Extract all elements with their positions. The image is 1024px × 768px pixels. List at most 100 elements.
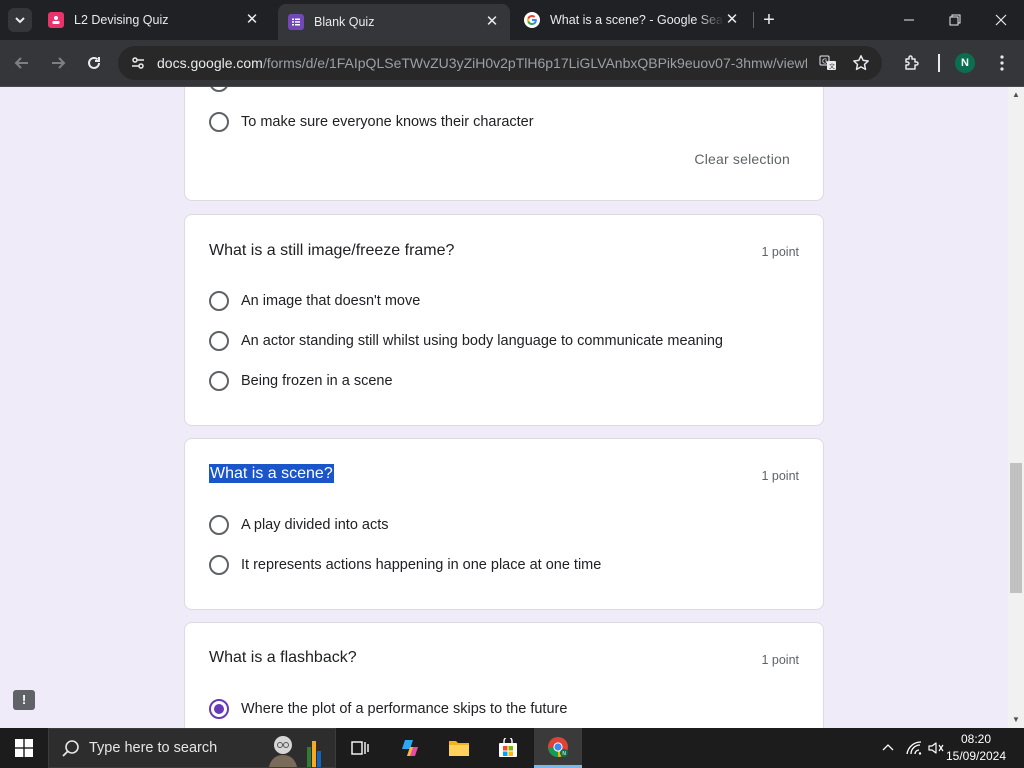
search-icon [62,740,79,757]
question-card-scene: What is a scene? 1 point A play divided … [184,438,824,610]
question-card-previous: To make sure everyone knows their charac… [184,87,824,201]
option-row[interactable]: To make sure everyone knows their charac… [209,110,534,134]
radio-button[interactable] [209,555,229,575]
system-clock[interactable]: 08:20 15/09/2024 [944,731,1008,765]
start-button[interactable] [0,728,48,768]
volume-button[interactable] [926,728,946,768]
svg-text:N: N [562,751,566,757]
browser-toolbar: docs.google.com/forms/d/e/1FAIpQLSeTWvZU… [0,40,1024,87]
tab-search-button[interactable] [8,8,32,32]
tab-google-search[interactable]: What is a scene? - Google Search ✕ [514,4,750,36]
question-card-freeze-frame: What is a still image/freeze frame? 1 po… [184,214,824,426]
profile-avatar[interactable]: N [955,53,975,73]
question-title: What is a scene? [209,464,334,483]
option-label: Where the plot of a performance skips to… [241,701,568,717]
forward-button[interactable] [45,50,71,76]
tab-title: Blank Quiz [314,15,375,29]
question-title: What is a flashback? [209,649,357,666]
option-row[interactable]: A play divided into acts [209,513,389,537]
tune-icon [132,57,144,69]
chevron-down-icon [15,17,25,24]
radio-button[interactable] [209,87,229,92]
scroll-down-icon[interactable]: ▼ [1008,712,1024,728]
windows-taskbar: Type here to search N 08:20 15/09/2024 [0,728,1024,768]
new-tab-button[interactable]: + [758,9,780,31]
form-page: To make sure everyone knows their charac… [0,87,1008,728]
minimize-button[interactable] [886,0,932,40]
reload-icon [88,56,100,69]
radio-button[interactable] [209,112,229,132]
extensions-icon[interactable] [901,52,923,74]
tab-strip: L2 Devising Quiz ✕ Blank Quiz ✕ What is … [0,0,1024,40]
taskbar-search[interactable]: Type here to search [48,728,336,768]
tab-title: What is a scene? - Google Search [550,13,724,27]
option-label: An image that doesn't move [241,293,421,309]
url-host: docs.google.com [157,55,263,71]
tab-title: L2 Devising Quiz [74,13,169,27]
network-button[interactable] [903,728,925,768]
close-icon[interactable]: ✕ [244,12,260,28]
windows-logo-icon [15,739,33,757]
close-window-button[interactable] [978,0,1024,40]
back-button[interactable] [9,50,35,76]
option-row[interactable]: Being frozen in a scene [209,369,393,393]
clear-selection-button[interactable]: Clear selection [694,151,790,167]
radio-button-checked[interactable] [209,699,229,719]
menu-kebab-icon[interactable] [991,52,1013,74]
search-placeholder: Type here to search [89,740,218,756]
bookmark-star-icon[interactable] [851,53,871,73]
site-info-button[interactable] [126,51,150,75]
wifi-icon [906,741,922,755]
speaker-muted-icon [928,742,944,754]
close-icon[interactable]: ✕ [484,14,500,30]
close-icon[interactable]: ✕ [724,12,740,28]
scroll-up-icon[interactable]: ▲ [1008,87,1024,103]
reload-button[interactable] [81,50,107,76]
option-label: It represents actions happening in one p… [241,557,602,573]
option-label: A play divided into acts [241,517,389,533]
tab-l2-devising-quiz[interactable]: L2 Devising Quiz ✕ [38,4,270,36]
folder-icon [449,741,469,756]
task-view-button[interactable] [336,728,384,768]
arrow-left-icon [14,57,28,69]
address-bar[interactable]: docs.google.com/forms/d/e/1FAIpQLSeTWvZU… [118,46,882,80]
radio-button[interactable] [209,291,229,311]
radio-button[interactable] [209,331,229,351]
copilot-button[interactable] [386,728,434,768]
restore-button[interactable] [932,0,978,40]
question-title: What is a still image/freeze frame? [209,242,455,259]
url-text: docs.google.com/forms/d/e/1FAIpQLSeTWvZU… [157,55,807,71]
google-icon [524,12,540,28]
tab-blank-quiz[interactable]: Blank Quiz ✕ [278,4,510,40]
points-label: 1 point [761,469,799,483]
google-forms-icon [288,14,304,30]
option-label: To make sure everyone knows their charac… [241,114,534,130]
url-path: /forms/d/e/1FAIpQLSeTWvZU3yZiH0v2pTlH6p1… [262,55,807,71]
search-highlight-illustration-icon [269,736,321,767]
svg-text:G: G [822,58,827,66]
microsoft-store-button[interactable] [484,728,532,768]
store-icon [499,738,517,757]
report-feedback-icon[interactable]: ! [13,690,35,710]
close-icon [995,14,1007,26]
option-row[interactable]: An actor standing still whilst using bod… [209,329,723,353]
radio-button[interactable] [209,371,229,391]
chrome-icon: N [548,736,568,757]
show-hidden-icons-button[interactable] [878,728,898,768]
option-row[interactable]: An image that doesn't move [209,289,420,313]
option-label: An actor standing still whilst using bod… [241,333,723,349]
radio-button[interactable] [209,515,229,535]
chrome-taskbar-button[interactable]: N [534,728,582,768]
page-scrollbar[interactable]: ▲ ▼ [1008,87,1024,728]
toolbar-divider [938,54,940,72]
translate-icon[interactable]: G文 [818,53,838,73]
option-row[interactable]: Where the plot of a performance skips to… [209,697,567,721]
option-row[interactable]: It represents actions happening in one p… [209,553,601,577]
question-card-flashback: What is a flashback? 1 point Where the p… [184,622,824,728]
file-explorer-button[interactable] [435,728,483,768]
points-label: 1 point [761,245,799,259]
arrow-right-icon [52,57,66,69]
tab-divider [753,12,754,28]
forms-quiz-icon [48,12,64,28]
scrollbar-thumb[interactable] [1010,463,1022,593]
